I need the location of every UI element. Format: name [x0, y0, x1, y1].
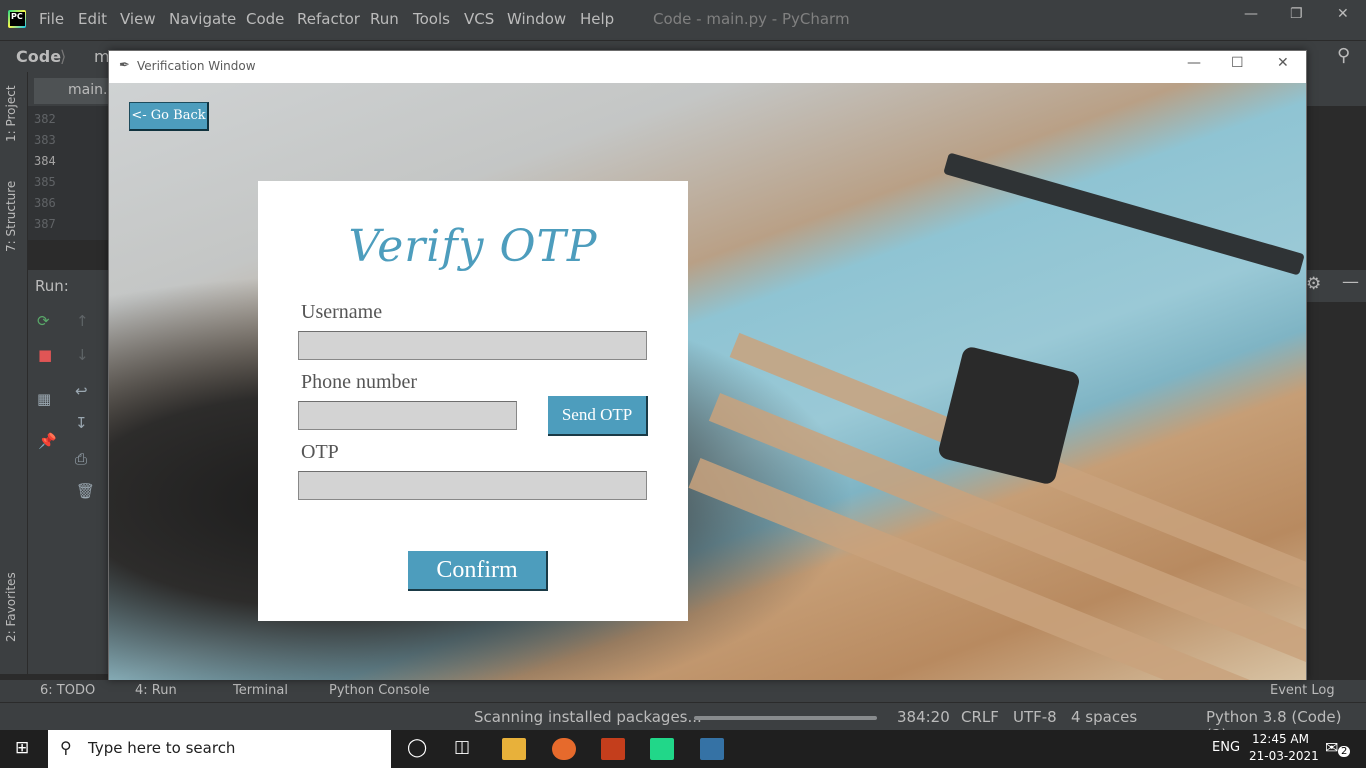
otp-label: OTP	[301, 441, 339, 463]
notifications-icon[interactable]: ✉	[1325, 738, 1338, 757]
search-placeholder: Type here to search	[88, 739, 236, 757]
notification-count: 2	[1338, 746, 1351, 757]
run-tool-icons: ⟳ ■ ▦ 📌 ↑ ↓ ↩ ↧ ⎙ 🗑	[28, 302, 108, 674]
status-position[interactable]: 384:20	[897, 708, 950, 726]
window-title: Verification Window	[137, 59, 256, 73]
maximize-icon[interactable]: ☐	[1231, 55, 1244, 71]
settings-gear-icon[interactable]: ⚙	[1306, 274, 1321, 294]
line-number: 387	[34, 217, 56, 231]
window-titlebar[interactable]: ✒ Verification Window — ☐ ✕	[109, 51, 1306, 82]
powerpoint-icon[interactable]	[601, 738, 625, 760]
background-photo: <- Go Back Verify OTP Username Phone num…	[109, 83, 1306, 680]
close-icon[interactable]: ✕	[1277, 55, 1289, 71]
left-tool-strip: 1: Project 7: Structure 2: Favorites	[0, 72, 28, 674]
menu-run[interactable]: Run	[370, 10, 399, 28]
editor-gutter: 382 383 384 385 386 387	[28, 106, 108, 240]
page-title: Verify OTP	[348, 221, 598, 272]
menu-code[interactable]: Code	[246, 10, 284, 28]
menu-help[interactable]: Help	[580, 10, 614, 28]
task-view-icon[interactable]: ◫	[454, 737, 470, 757]
menu-vcs[interactable]: VCS	[464, 10, 494, 28]
menu-tools[interactable]: Tools	[413, 10, 450, 28]
ide-menubar: File Edit View Navigate Code Refactor Ru…	[0, 0, 1366, 40]
line-number: 384	[34, 154, 56, 168]
file-explorer-icon[interactable]	[502, 738, 526, 760]
taskbar-search[interactable]: ⚲ Type here to search	[48, 730, 391, 768]
language-indicator[interactable]: ENG	[1212, 740, 1240, 755]
tab-structure[interactable]: 7: Structure	[4, 181, 18, 252]
binder-clip	[943, 152, 1305, 276]
phone-input[interactable]	[298, 401, 517, 430]
line-number: 383	[34, 133, 56, 147]
menu-view[interactable]: View	[120, 10, 156, 28]
verification-window: ✒ Verification Window — ☐ ✕ <- Go Back V…	[108, 50, 1307, 680]
clock-time[interactable]: 12:45 AM	[1252, 732, 1309, 746]
send-otp-button[interactable]: Send OTP	[548, 396, 648, 436]
tab-python-console[interactable]: Python Console	[329, 683, 430, 698]
firefox-icon[interactable]	[552, 738, 576, 760]
tab-terminal[interactable]: Terminal	[233, 683, 288, 698]
menu-file[interactable]: File	[39, 10, 64, 28]
event-log-button[interactable]: Event Log	[1270, 683, 1335, 698]
status-encoding[interactable]: UTF-8	[1013, 708, 1057, 726]
line-number: 382	[34, 112, 56, 126]
stop-icon[interactable]: ■	[38, 346, 52, 364]
username-input[interactable]	[298, 331, 647, 360]
status-indent[interactable]: 4 spaces	[1071, 708, 1137, 726]
username-label: Username	[301, 301, 383, 323]
go-back-button[interactable]: <- Go Back	[129, 102, 209, 131]
search-icon: ⚲	[60, 738, 72, 757]
breadcrumb-project[interactable]: Code	[16, 47, 61, 66]
confirm-button[interactable]: Confirm	[408, 551, 548, 591]
tab-favorites[interactable]: 2: Favorites	[4, 572, 18, 642]
search-everywhere-icon[interactable]: ⚲	[1337, 45, 1350, 66]
ide-restore-icon[interactable]: ❐	[1290, 6, 1303, 22]
tab-project[interactable]: 1: Project	[4, 85, 18, 142]
pycharm-taskbar-icon[interactable]	[650, 738, 674, 760]
run-label: Run:	[35, 277, 69, 295]
breadcrumb-separator-icon: ⟩	[60, 47, 67, 66]
windows-taskbar: ⊞ ⚲ Type here to search ◯ ◫ ENG 12:45 AM…	[0, 730, 1366, 768]
scroll-to-end-icon[interactable]: ↧	[75, 414, 88, 432]
progress-bar	[694, 716, 877, 720]
otp-input[interactable]	[298, 471, 647, 500]
python-taskbar-icon[interactable]	[700, 738, 724, 760]
feather-icon: ✒	[119, 58, 130, 73]
soft-wrap-icon[interactable]: ↩	[75, 382, 88, 400]
bottom-tool-tabs: 6: TODO 4: Run Terminal Python Console E…	[0, 680, 1366, 702]
status-task: Scanning installed packages...	[474, 708, 702, 726]
line-number: 385	[34, 175, 56, 189]
rerun-icon[interactable]: ⟳	[37, 312, 50, 330]
menu-refactor[interactable]: Refactor	[297, 10, 360, 28]
pycharm-logo-icon	[8, 10, 26, 28]
up-arrow-icon[interactable]: ↑	[76, 312, 89, 330]
ide-minimize-icon[interactable]: —	[1244, 6, 1258, 22]
layout-icon[interactable]: ▦	[37, 390, 51, 408]
windows-start-icon[interactable]: ⊞	[15, 738, 29, 758]
ide-status-bar: Scanning installed packages... 384:20 CR…	[0, 702, 1366, 744]
status-line-separator[interactable]: CRLF	[961, 708, 999, 726]
pin-icon[interactable]: 📌	[38, 432, 57, 450]
phone-label: Phone number	[301, 371, 418, 393]
clock-date[interactable]: 21-03-2021	[1249, 749, 1319, 763]
folder-stripe	[688, 458, 1306, 680]
ide-close-icon[interactable]: ✕	[1337, 6, 1349, 22]
hide-panel-icon[interactable]: —	[1342, 272, 1359, 292]
print-icon[interactable]: ⎙	[75, 450, 87, 468]
tab-todo[interactable]: 6: TODO	[40, 683, 95, 698]
minimize-icon[interactable]: —	[1187, 55, 1201, 71]
menu-window[interactable]: Window	[507, 10, 566, 28]
down-arrow-icon[interactable]: ↓	[76, 346, 89, 364]
trash-icon[interactable]: 🗑	[76, 482, 95, 500]
otp-form-card: Verify OTP Username Phone number Send OT…	[258, 181, 688, 621]
tab-run[interactable]: 4: Run	[135, 683, 177, 698]
ide-window-title: Code - main.py - PyCharm	[653, 10, 850, 28]
menu-navigate[interactable]: Navigate	[169, 10, 236, 28]
cortana-icon[interactable]: ◯	[407, 737, 427, 758]
line-number: 386	[34, 196, 56, 210]
menu-edit[interactable]: Edit	[78, 10, 107, 28]
